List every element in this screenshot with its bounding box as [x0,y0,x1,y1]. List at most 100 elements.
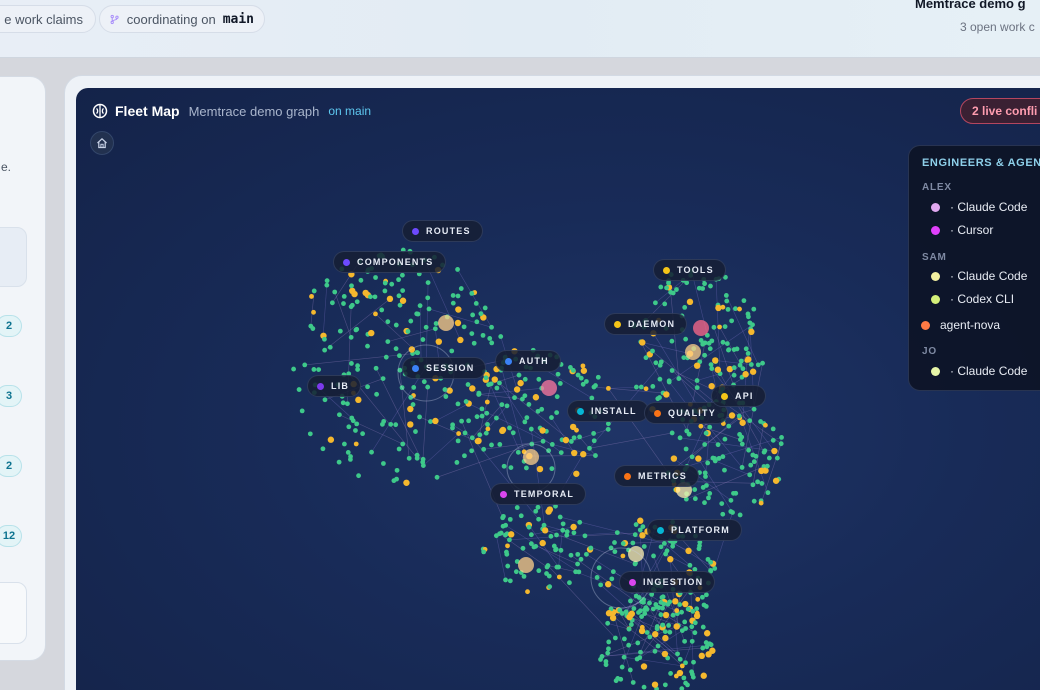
left-panel-card[interactable] [0,227,27,287]
open-claims-count: 3 open work c [960,20,1035,34]
cluster-color-dot [654,409,661,417]
graph-node [353,428,358,433]
graph-node [605,421,611,427]
graph-node [417,303,423,309]
graph-node [632,532,638,538]
graph-node [747,418,753,424]
legend-item-sam-codex[interactable]: · Codex CLI [931,292,1014,306]
legend-item-sam-claude[interactable]: · Claude Code [931,269,1027,283]
graph-node [652,300,658,306]
graph-node [591,384,597,390]
graph-node [698,652,705,660]
cluster-label-text: INGESTION [643,577,704,587]
cluster-label-daemon[interactable]: DAEMON [604,313,688,335]
graph-node [683,336,689,342]
graph-node [598,582,604,588]
graph-node [348,304,354,310]
graph-node [778,441,784,447]
cluster-label-components[interactable]: COMPONENTS [333,251,446,273]
cluster-label-platform[interactable]: PLATFORM [647,519,742,541]
fleet-map-canvas[interactable]: Fleet Map Memtrace demo graph on main 2 … [76,88,1040,690]
graph-node [682,305,688,310]
count-badge: 2 [0,455,22,477]
cluster-label-install[interactable]: INSTALL [567,400,649,422]
cluster-label-metrics[interactable]: METRICS [614,465,699,487]
graph-node [668,671,673,676]
graph-node [503,522,509,528]
graph-node [695,596,701,602]
branch-pill[interactable]: coordinating on main [99,5,265,33]
cluster-label-api[interactable]: API [711,385,766,407]
graph-hub-node [693,320,709,336]
graph-node [677,656,683,662]
graph-node [689,454,695,460]
graph-node [480,332,486,338]
graph-node [603,662,609,668]
graph-node [356,473,361,479]
left-panel-footer-card[interactable] [0,582,27,644]
graph-node [686,431,692,437]
graph-node [742,371,749,378]
graph-node [518,513,524,519]
graph-node [482,305,488,311]
graph-node [605,650,611,656]
graph-node [556,574,562,580]
graph-node [478,311,484,317]
legend-item-agent-nova[interactable]: agent-nova [921,318,1000,332]
graph-node [311,288,317,294]
live-conflicts-badge[interactable]: 2 live confli [960,98,1040,124]
graph-node [505,543,510,549]
agent-color-dot [931,294,940,304]
graph-node [379,307,385,313]
legend-item-jo-claude[interactable]: · Claude Code [931,364,1027,378]
graph-hub-node [523,449,539,465]
graph-node [571,435,577,441]
graph-node [609,614,617,622]
graph-node [620,541,626,546]
graph-node [403,479,410,486]
graph-node [455,438,461,444]
graph-node [457,336,464,344]
graph-node [423,324,429,330]
graph-node [697,543,702,549]
graph-node [720,339,726,345]
graph-node [668,289,674,295]
graph-node [383,354,389,360]
graph-node [523,465,529,471]
graph-node [605,620,611,626]
graph-node [634,656,640,662]
graph-node [679,609,684,615]
cluster-label-ingestion[interactable]: INGESTION [619,571,716,593]
graph-node [707,424,713,430]
map-subtitle: Memtrace demo graph [188,103,320,119]
legend-item-alex-cursor[interactable]: · Cursor [931,223,993,237]
work-claims-pill[interactable]: e work claims [0,5,96,33]
cluster-label-session[interactable]: SESSION [402,357,487,379]
graph-node [302,362,308,368]
graph-node [360,431,366,437]
graph-node [724,341,730,347]
graph-node [700,645,706,651]
graph-node [741,298,747,304]
graph-node [582,533,588,539]
cluster-label-tools[interactable]: TOOLS [653,259,726,281]
graph-node [546,573,552,579]
knowledge-graph[interactable] [76,88,1040,690]
cluster-label-temporal[interactable]: TEMPORAL [490,483,587,505]
graph-node [751,306,757,312]
graph-node [455,267,460,272]
cluster-color-dot [657,526,664,534]
graph-node [533,543,539,549]
cluster-label-auth[interactable]: AUTH [495,350,561,372]
graph-node [414,350,420,355]
cluster-label-routes[interactable]: ROUTES [402,220,483,242]
legend-item-alex-claude[interactable]: · Claude Code [931,200,1027,214]
graph-node [758,467,765,475]
graph-node [487,336,493,341]
home-button[interactable] [90,131,114,155]
graph-node [759,481,765,486]
cluster-label-lib[interactable]: LIB [307,375,362,397]
graph-node [450,293,456,298]
graph-node [320,446,326,452]
graph-node [749,368,757,375]
